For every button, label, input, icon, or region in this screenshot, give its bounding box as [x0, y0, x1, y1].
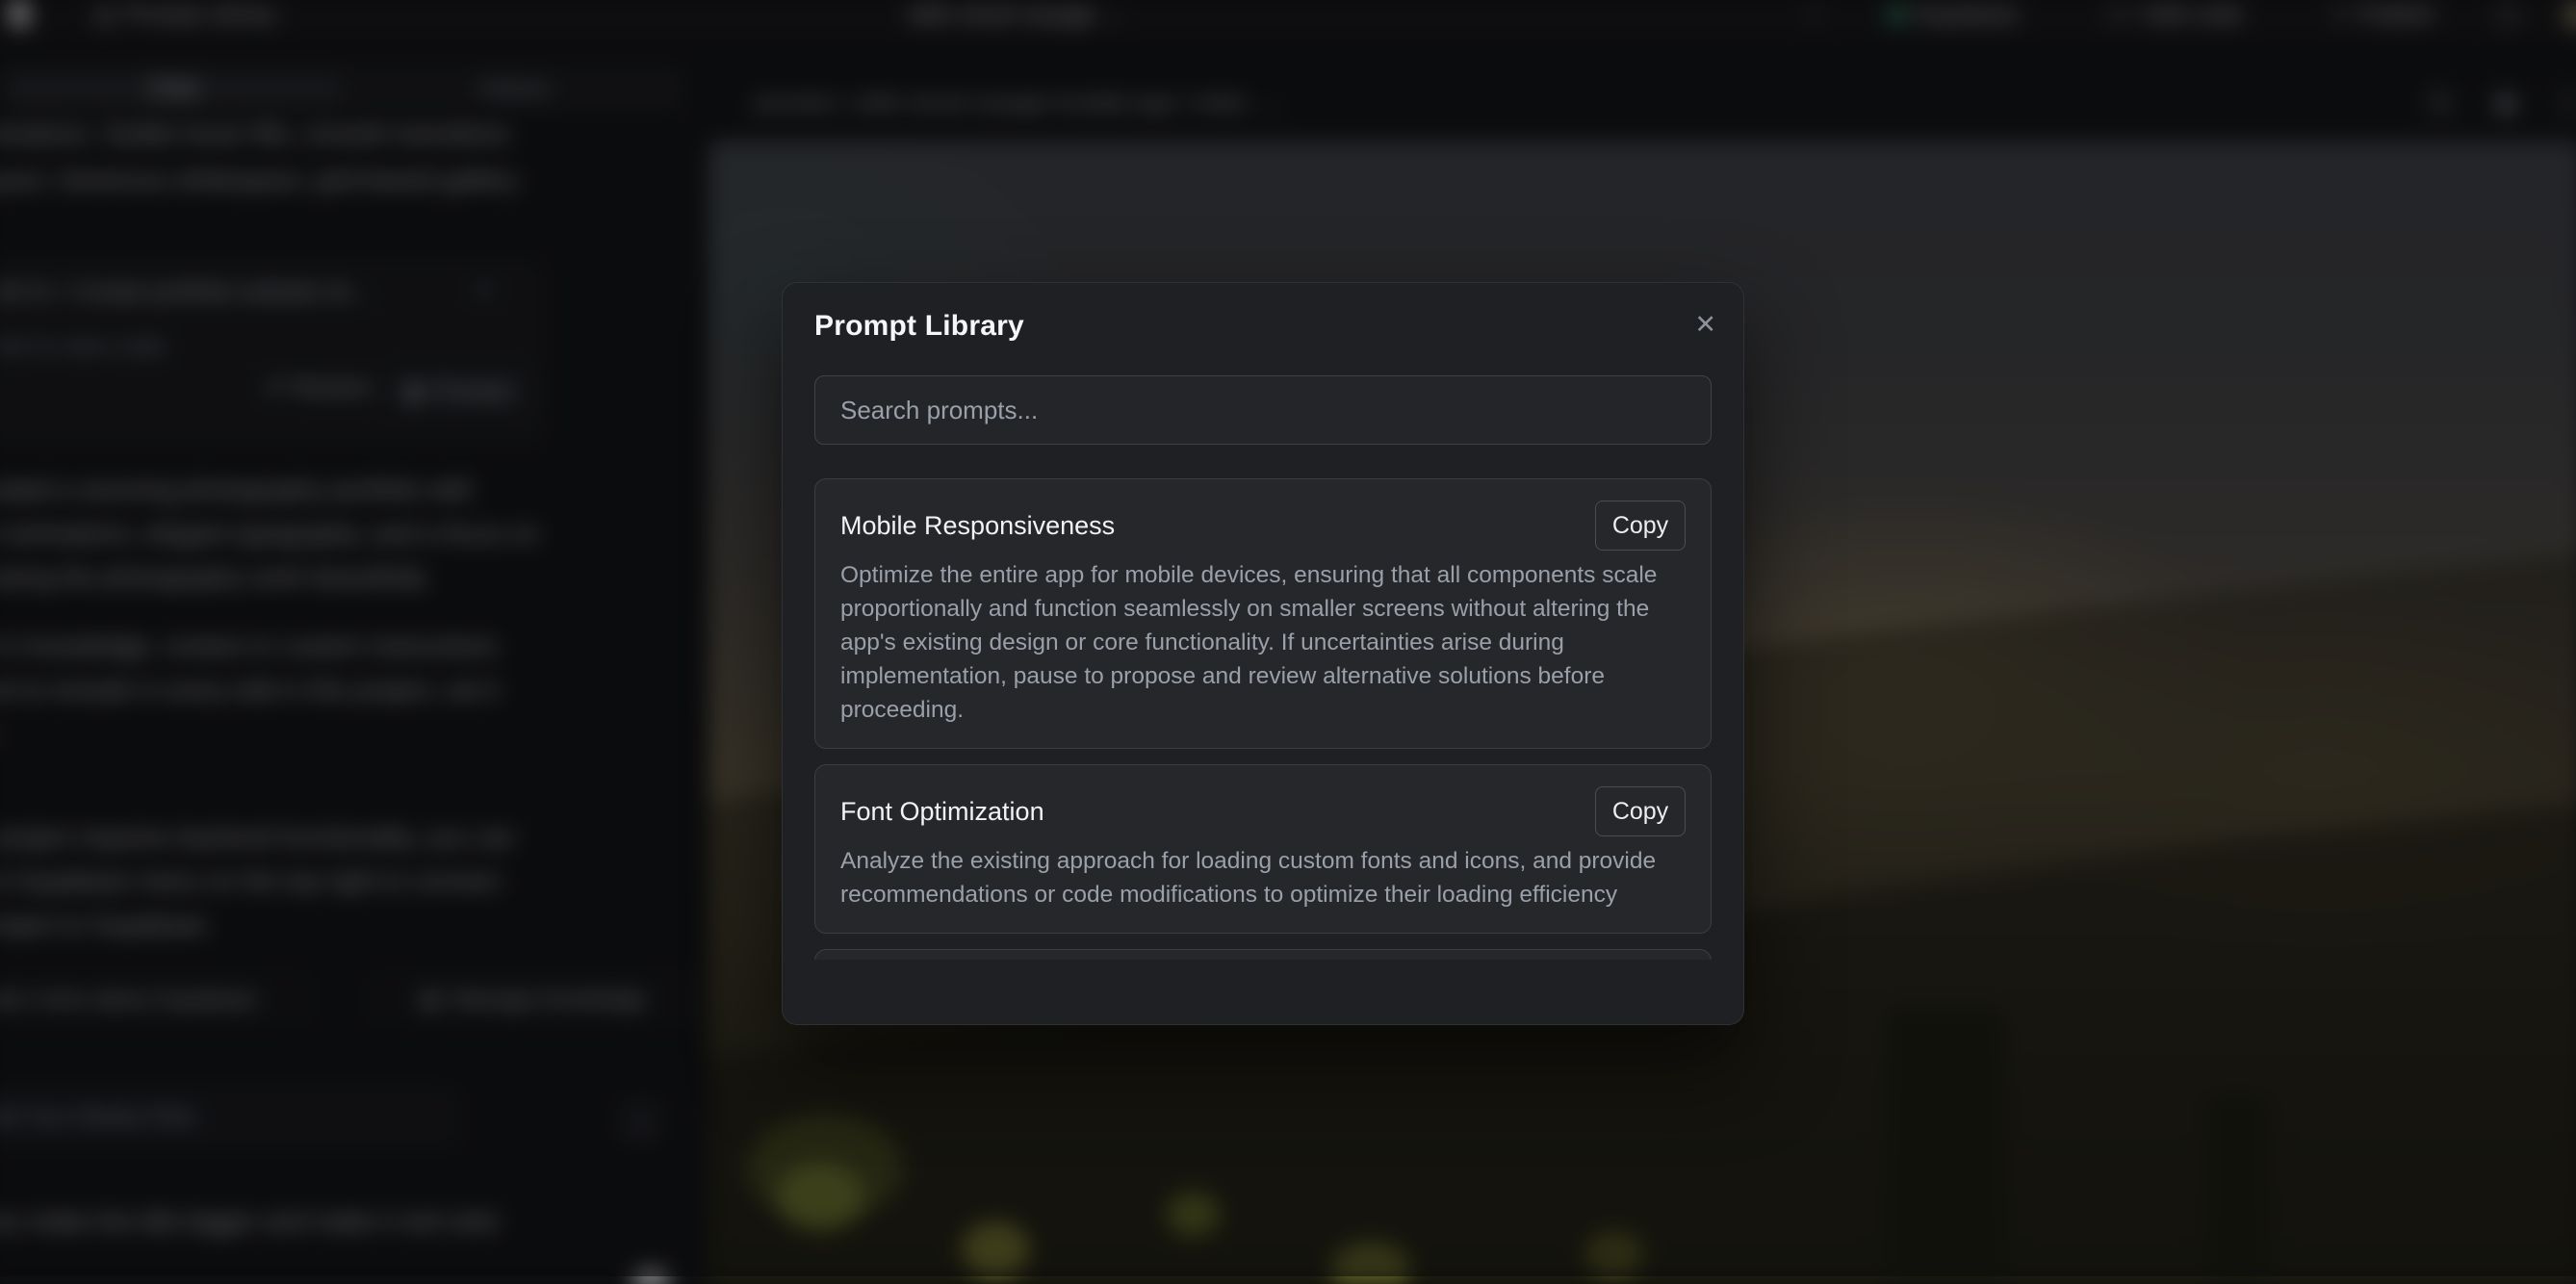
prompt-description: Optimize the entire app for mobile devic…	[840, 558, 1686, 727]
plus-icon: +	[0, 1280, 9, 1284]
prompt-card: Mobile Responsiveness Copy Optimize the …	[814, 478, 1712, 749]
copy-button[interactable]: Copy	[1595, 786, 1686, 836]
copy-button[interactable]: Copy	[1595, 501, 1686, 551]
search-input[interactable]	[814, 375, 1712, 445]
modal-title: Prompt Library	[814, 310, 1024, 343]
prompt-title: Font Optimization	[840, 797, 1044, 827]
prompt-card-partial	[814, 949, 1712, 960]
close-icon[interactable]: ✕	[1694, 312, 1716, 338]
prompt-card: Font Optimization Copy Analyze the exist…	[814, 764, 1712, 934]
prompt-list[interactable]: Mobile Responsiveness Copy Optimize the …	[814, 478, 1712, 960]
prompt-description: Analyze the existing approach for loadin…	[840, 844, 1686, 912]
attach-button[interactable]: +	[0, 1280, 9, 1284]
prompt-title: Mobile Responsiveness	[840, 511, 1115, 541]
prompt-library-modal: Prompt Library ✕ Mobile Responsiveness C…	[782, 282, 1744, 1025]
